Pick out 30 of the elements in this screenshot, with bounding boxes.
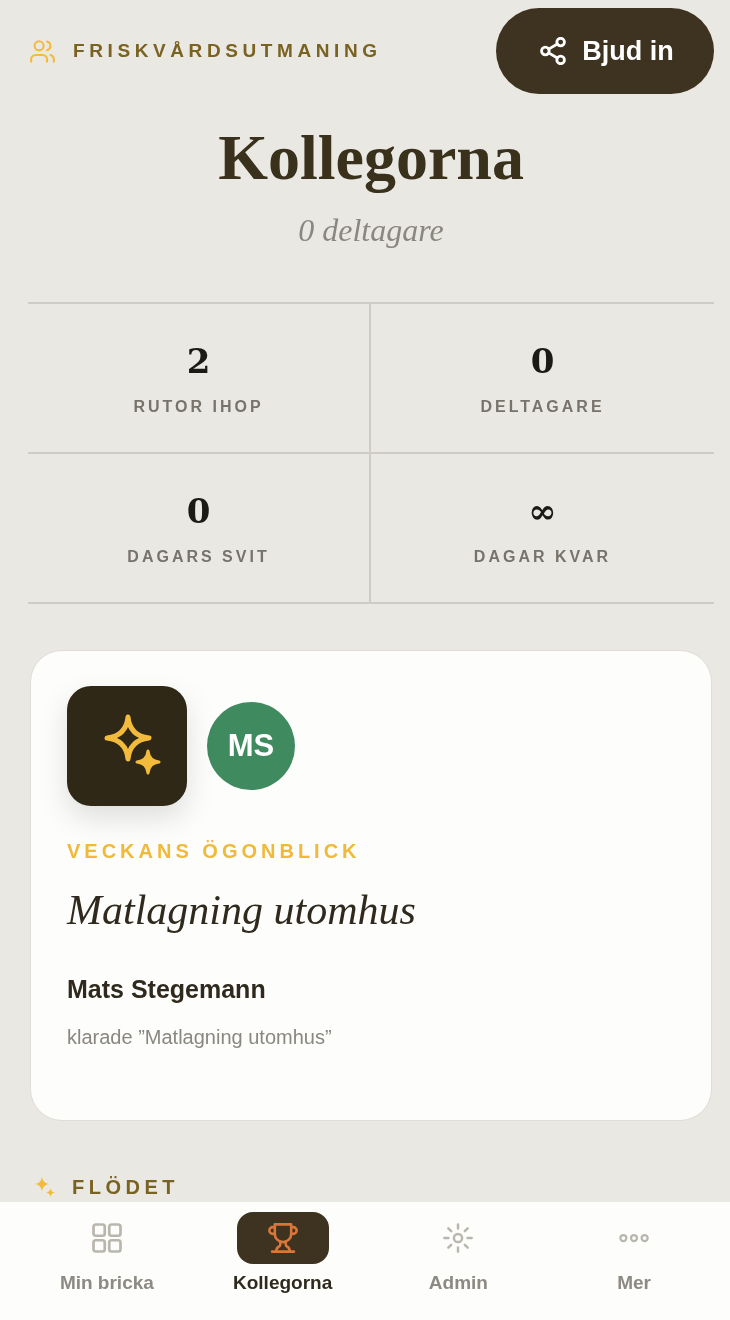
sparkles-icon [34, 1176, 56, 1198]
participant-count: 0 deltagare [297, 211, 445, 250]
stat-value: 0 [186, 491, 211, 531]
stat-label: DAGARS SVIT [127, 547, 270, 567]
trophy-icon [236, 1212, 329, 1264]
activity-text: klarade ”Matlagning utomhus” [67, 1025, 333, 1050]
moment-title: Matlagning utomhus [67, 886, 417, 934]
nav-tab[interactable]: Min bricka [19, 1202, 195, 1320]
card-eyebrow: VECKANS ÖGONBLICK [67, 839, 362, 863]
share-icon [540, 37, 567, 65]
person-name: Mats Stegemann [67, 974, 267, 1004]
stat-value: 2 [186, 341, 211, 381]
stat-label: RUTOR IHOP [133, 397, 264, 417]
stat-label: DELTAGARE [480, 397, 605, 417]
grid-icon [91, 1223, 122, 1253]
sparkles-icon [67, 686, 187, 806]
stat-label: DAGAR KVAR [473, 547, 612, 567]
section-heading: FLÖDET [72, 1175, 179, 1199]
users-icon [30, 39, 55, 63]
page-title: Kollegorna [217, 121, 525, 195]
app-eyebrow: FRISKVÅRDSUTMANING [73, 40, 382, 62]
more-icon [619, 1233, 650, 1243]
invite-button[interactable]: Bjud in [496, 8, 714, 94]
nav-tab[interactable]: Admin [370, 1202, 547, 1320]
stat-value: ∞ [528, 491, 557, 531]
avatar: MS [207, 702, 295, 790]
stat-value: 0 [530, 341, 555, 381]
nav-tab[interactable]: Kollegorna [194, 1202, 371, 1320]
nav-tab[interactable]: Mer [546, 1202, 722, 1320]
sun-icon [443, 1223, 474, 1253]
